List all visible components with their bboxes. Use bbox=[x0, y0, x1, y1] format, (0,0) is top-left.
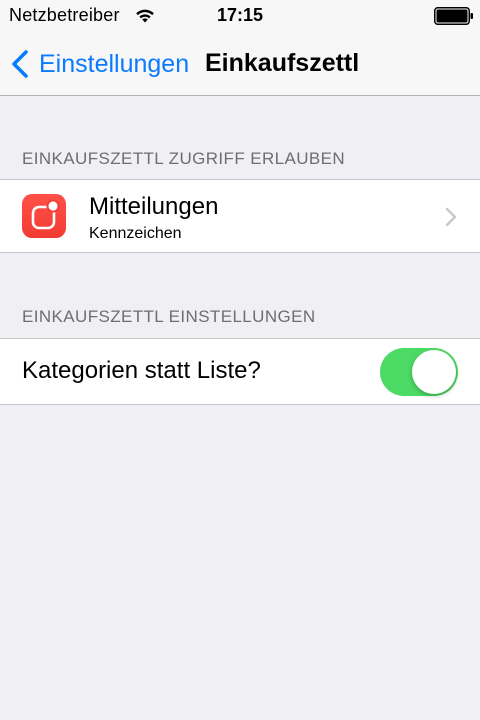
status-bar: Netzbetreiber 17:15 bbox=[0, 0, 480, 32]
notifications-row-title: Mitteilungen bbox=[89, 193, 219, 220]
notification-badge-icon bbox=[31, 199, 60, 230]
settings-group-access: Mitteilungen Kennzeichen bbox=[0, 179, 480, 253]
chevron-right-icon bbox=[445, 207, 457, 227]
notifications-app-icon bbox=[22, 194, 66, 238]
section-header-settings: EINKAUFSZETTL EINSTELLUNGEN bbox=[22, 307, 316, 326]
battery-icon bbox=[434, 7, 473, 25]
categories-toggle-label: Kategorien statt Liste? bbox=[22, 357, 261, 384]
settings-group-preferences: Kategorien statt Liste? bbox=[0, 338, 480, 405]
back-button-label: Einstellungen bbox=[39, 49, 190, 78]
notifications-row-subtitle: Kennzeichen bbox=[89, 225, 182, 242]
section-header-access: EINKAUFSZETTL ZUGRIFF ERLAUBEN bbox=[22, 149, 346, 168]
back-button[interactable]: Einstellungen bbox=[10, 46, 189, 82]
categories-toggle-switch[interactable] bbox=[380, 348, 458, 396]
page-title: Einkaufszettl bbox=[205, 49, 360, 77]
chevron-left-icon bbox=[12, 50, 28, 78]
toggle-knob bbox=[412, 350, 456, 394]
navigation-bar: Einstellungen Einkaufszettl bbox=[0, 32, 480, 96]
status-time: 17:15 bbox=[216, 5, 264, 25]
